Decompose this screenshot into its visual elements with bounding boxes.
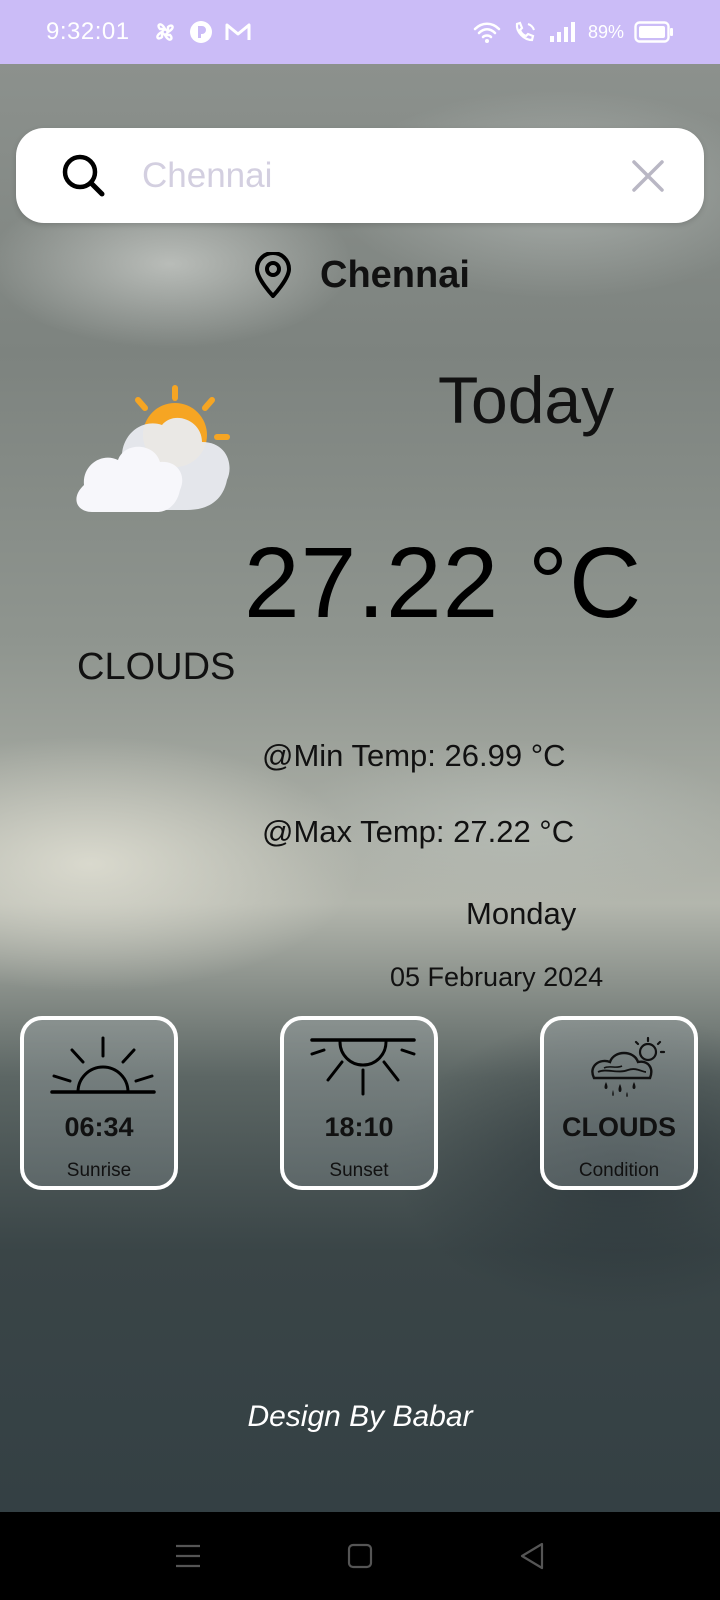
signal-icon <box>549 22 575 42</box>
app-circle-icon <box>189 21 212 43</box>
sunset-time: 18:10 <box>324 1112 394 1142</box>
system-status: 89% <box>472 20 674 44</box>
date: 05 February 2024 <box>390 962 604 992</box>
temperature: 27.22 °C <box>244 527 643 639</box>
back-icon[interactable] <box>516 1540 548 1572</box>
call-icon <box>515 21 535 42</box>
design-credit: Design By Babar <box>247 1400 473 1433</box>
battery-icon <box>634 21 673 43</box>
status-bar: 9:32:01 89% <box>0 0 720 64</box>
fan-icon <box>155 23 174 41</box>
condition-value: CLOUDS <box>562 1112 676 1142</box>
location-row: Chennai <box>252 252 470 298</box>
home-icon[interactable] <box>344 1540 376 1572</box>
location-pin-icon <box>255 252 291 298</box>
gmail-icon <box>225 23 251 40</box>
today-label: Today <box>438 363 615 437</box>
sunset-icon <box>310 1038 416 1096</box>
search-bar[interactable] <box>16 128 704 223</box>
status-time: 9:32:01 <box>46 18 130 45</box>
close-icon[interactable] <box>628 156 668 196</box>
weather-condition: CLOUDS <box>77 646 236 688</box>
search-icon[interactable] <box>60 152 108 200</box>
sunrise-time: 06:34 <box>64 1112 134 1142</box>
search-input[interactable] <box>142 146 622 206</box>
sunset-label: Sunset <box>329 1160 389 1181</box>
wifi-icon <box>473 22 501 43</box>
sunrise-icon <box>50 1036 156 1094</box>
max-temperature: @Max Temp: 27.22 °C <box>262 814 575 849</box>
location-name: Chennai <box>320 253 470 296</box>
navigation-bar <box>0 1512 720 1600</box>
condition-card: CLOUDS Condition <box>540 1016 698 1190</box>
condition-label: Condition <box>578 1160 660 1181</box>
menu-icon[interactable] <box>172 1540 204 1572</box>
notification-icons <box>152 19 252 45</box>
day-name: Monday <box>466 896 577 931</box>
battery-percent: 89% <box>587 21 624 42</box>
rain-cloud-sun-icon <box>591 1036 666 1097</box>
partly-cloudy-icon <box>76 385 230 512</box>
min-temperature: @Min Temp: 26.99 °C <box>262 738 566 773</box>
sunrise-label: Sunrise <box>66 1160 132 1181</box>
sunrise-card: 06:34 Sunrise <box>20 1016 178 1190</box>
sunset-card: 18:10 Sunset <box>280 1016 438 1190</box>
